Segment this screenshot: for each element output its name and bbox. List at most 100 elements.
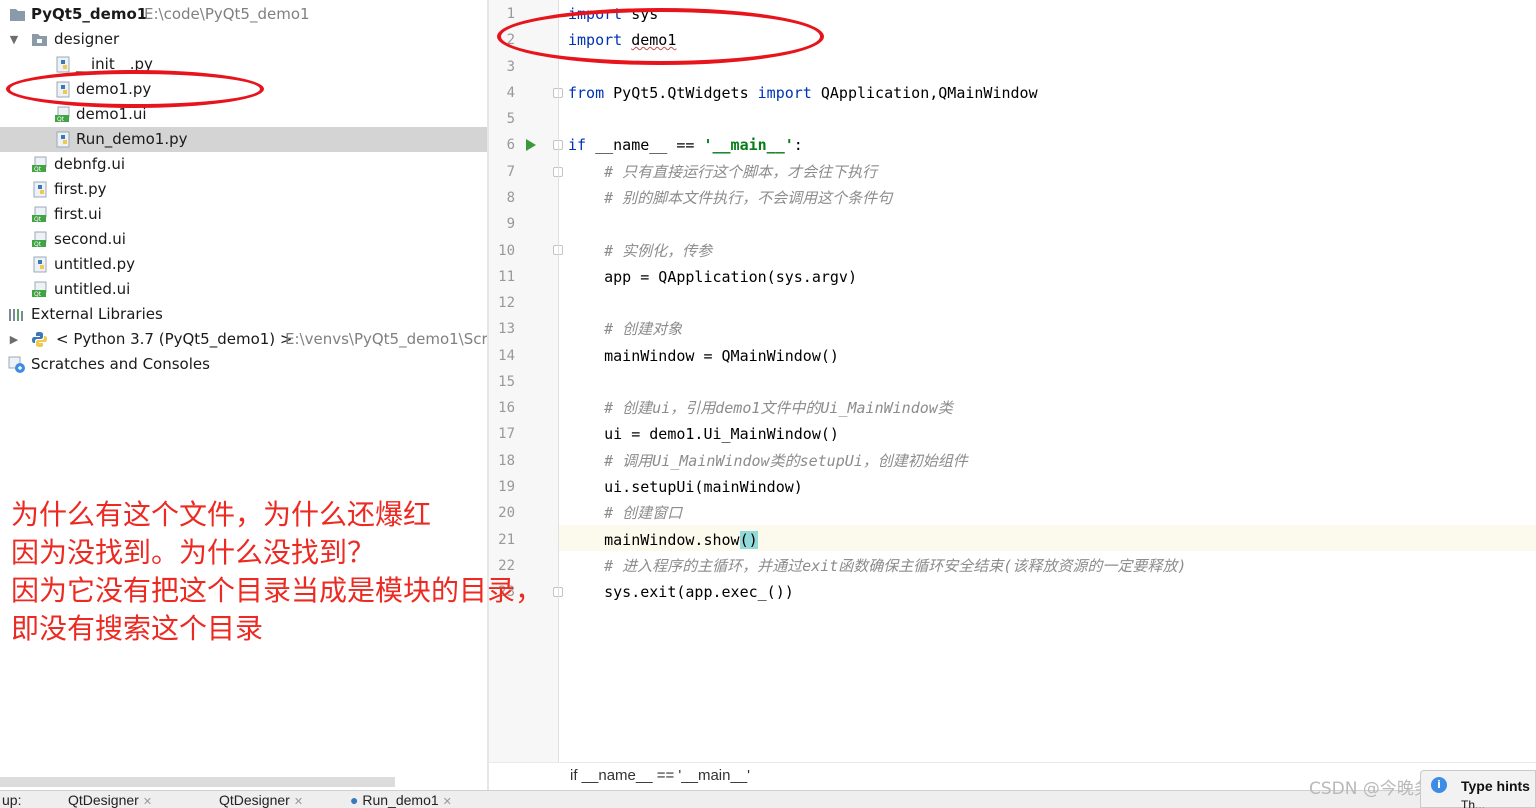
tree-item-label: second.ui (54, 230, 126, 248)
code-line-10: # 实例化，传参 (568, 242, 713, 260)
line-number: 6 (506, 137, 515, 153)
line-number: 16 (498, 400, 515, 416)
annotation-note: 为什么有这个文件，为什么还爆红 因为没找到。为什么没找到？ 因为它没有把这个目录… (11, 496, 571, 648)
tree-item-label: External Libraries (31, 305, 163, 323)
code-line-19: ui.setupUi(mainWindow) (568, 478, 803, 496)
code-line-18: # 调用Ui_MainWindow类的setupUi，创建初始组件 (568, 452, 968, 470)
line-number: 15 (498, 374, 515, 390)
line-number: 12 (498, 295, 515, 311)
line-number: 5 (506, 111, 515, 127)
tree-item-run-demo1-py[interactable]: Run_demo1.py (0, 127, 488, 152)
annotation-line: 即没有搜索这个目录 (11, 612, 264, 645)
line-number: 7 (506, 164, 515, 180)
svg-text:Qt: Qt (34, 216, 42, 223)
code-line-20: # 创建窗口 (568, 504, 683, 522)
code-line-6: if __name__ == '__main__': (568, 132, 803, 158)
highlight-circle-demo1-py (6, 70, 264, 108)
tree-item-second-ui[interactable]: Qt second.ui (0, 227, 488, 252)
svg-text:Qt: Qt (57, 116, 65, 123)
line-number: 18 (498, 453, 515, 469)
python-file-icon (55, 56, 72, 73)
tree-item-untitled-ui[interactable]: Qt untitled.ui (0, 277, 488, 302)
close-icon[interactable]: ✕ (143, 796, 152, 808)
python-logo-icon: ● (350, 792, 359, 808)
line-number: 4 (506, 85, 515, 101)
code-text: mainWindow.show (568, 531, 740, 549)
tree-root-row[interactable]: PyQt5_demo1 E:\code\PyQt5_demo1 (0, 2, 488, 27)
code-line-8: # 别的脚本文件执行，不会调用这个条件句 (568, 189, 893, 207)
tab-label: Run_demo1 (362, 792, 439, 808)
bottom-tab-strip: up: QtDesigner ✕ QtDesigner ✕ ● Run_demo1 ✕ (0, 790, 1536, 808)
line-number: 9 (506, 216, 515, 232)
qt-ui-file-icon: Qt (55, 106, 72, 123)
chevron-down-icon[interactable]: ▼ (7, 27, 21, 52)
tab-up[interactable]: up: (2, 792, 21, 808)
tree-horizontal-scrollbar[interactable] (0, 777, 395, 787)
chevron-right-icon[interactable]: ▶ (7, 327, 21, 352)
line-number: 10 (498, 243, 515, 259)
tab-label: QtDesigner (68, 792, 139, 808)
code-line-17: ui = demo1.Ui_MainWindow() (568, 425, 839, 443)
annotation-line: 为什么有这个文件，为什么还爆红 (11, 498, 432, 531)
type-hints-popup[interactable]: i Type hints Th... (1420, 770, 1536, 808)
code-text: : (793, 136, 803, 154)
folder-icon (31, 31, 48, 48)
tree-item-first-py[interactable]: first.py (0, 177, 488, 202)
code-line-4: from PyQt5.QtWidgets import QApplication… (568, 80, 1038, 106)
close-icon[interactable]: ✕ (443, 796, 452, 808)
tree-item-label: Scratches and Consoles (31, 355, 210, 373)
tab-label: up: (2, 792, 22, 808)
line-number: 8 (506, 190, 515, 206)
line-number: 14 (498, 348, 515, 364)
tree-item-first-ui[interactable]: Qt first.ui (0, 202, 488, 227)
code-line-7: # 只有直接运行这个脚本，才会往下执行 (568, 163, 878, 181)
scratches-icon (8, 356, 25, 373)
python-file-icon (32, 181, 49, 198)
close-icon[interactable]: ✕ (294, 796, 303, 808)
project-tree: PyQt5_demo1 E:\code\PyQt5_demo1 ▼ design… (0, 0, 488, 790)
annotation-line: 因为它没有把这个目录当成是模块的目录， (11, 574, 544, 607)
code-line-16: # 创建ui，引用demo1文件中的Ui_MainWindow类 (568, 399, 953, 417)
tree-item-external-libraries[interactable]: External Libraries (0, 302, 488, 327)
breadcrumb-item[interactable]: if __name__ == '__main__' (570, 767, 750, 784)
code-line-14: mainWindow = QMainWindow() (568, 347, 839, 365)
line-number: 3 (506, 59, 515, 75)
tab-label: QtDesigner (219, 792, 290, 808)
tab-run-demo1[interactable]: ● Run_demo1 ✕ (350, 792, 452, 808)
tree-item-label: debnfg.ui (54, 155, 126, 173)
tree-item-scratches[interactable]: Scratches and Consoles (0, 352, 488, 377)
string-literal: '__main__' (703, 136, 794, 154)
code-line-11: app = QApplication(sys.argv) (568, 268, 857, 286)
libraries-icon (8, 306, 25, 323)
qt-ui-file-icon: Qt (32, 231, 49, 248)
annotation-line: 因为没找到。为什么没找到？ (11, 536, 376, 569)
line-number: 11 (498, 269, 515, 285)
code-line-21: mainWindow.show() (568, 527, 758, 553)
keyword: from (568, 84, 605, 102)
keyword: import (757, 84, 812, 102)
code-line-13: # 创建对象 (568, 320, 683, 338)
tree-item-python-sdk[interactable]: ▶ < Python 3.7 (PyQt5_demo1) > E:\venvs\… (0, 327, 488, 352)
run-gutter-icon[interactable] (526, 139, 536, 151)
tree-item-path: E:\venvs\PyQt5_demo1\Scri (285, 330, 488, 348)
matched-brace: () (739, 531, 758, 549)
tree-item-debnfg-ui[interactable]: Qt debnfg.ui (0, 152, 488, 177)
highlight-circle-import-demo1 (497, 8, 824, 65)
code-editor[interactable]: 1 2 3 4 5 6 7 8 9 10 11 12 13 14 15 16 1… (489, 0, 1536, 790)
code-line-22: # 进入程序的主循环，并通过exit函数确保主循环安全结束(该释放资源的一定要释… (568, 557, 1187, 575)
python-file-icon (55, 131, 72, 148)
code-text: PyQt5.QtWidgets (604, 84, 758, 102)
tab-qtdesigner-2[interactable]: QtDesigner ✕ (219, 792, 303, 808)
tree-item-designer[interactable]: ▼ designer (0, 27, 488, 52)
tree-item-untitled-py[interactable]: untitled.py (0, 252, 488, 277)
tree-item-label: untitled.py (54, 255, 136, 273)
line-number: 13 (498, 321, 515, 337)
qt-ui-file-icon: Qt (32, 206, 49, 223)
qt-ui-file-icon: Qt (32, 281, 49, 298)
svg-text:Qt: Qt (34, 291, 42, 298)
code-line-23: sys.exit(app.exec_()) (568, 583, 794, 601)
popup-body: Th... (1461, 798, 1486, 808)
tab-qtdesigner-1[interactable]: QtDesigner ✕ (68, 792, 152, 808)
tree-item-label: first.py (54, 180, 107, 198)
tree-root-path: E:\code\PyQt5_demo1 (144, 5, 310, 23)
